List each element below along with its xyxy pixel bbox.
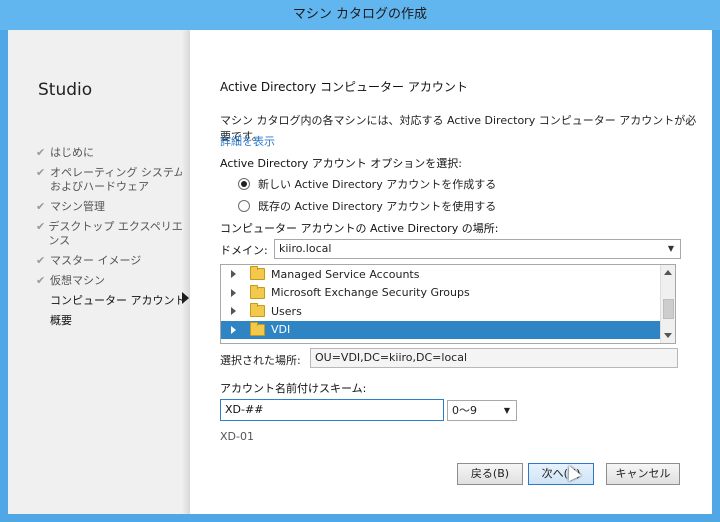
studio-brand: Studio [38,80,93,100]
account-options-label: Active Directory アカウント オプションを選択: [220,157,462,170]
tree-item-vdi[interactable]: VDI [221,320,675,339]
step-label: デスクトップ エクスペリエンス [48,220,183,247]
step-label: マスター イメージ [50,254,142,267]
tree-item-label: Microsoft Exchange Security Groups [271,286,470,300]
check-icon: ✔ [36,220,46,233]
step-label: マシン管理 [50,200,105,213]
check-icon: ✔ [36,200,46,213]
cancel-button[interactable]: キャンセル [606,463,680,485]
naming-type-value: 0〜9 [452,404,477,417]
window-title-bar: マシン カタログの作成 [0,0,720,30]
radio-create-new-label: 新しい Active Directory アカウントを作成する [258,178,497,191]
page-title: Active Directory コンピューター アカウント [220,80,468,94]
naming-scheme-label: アカウント名前付けスキーム: [220,382,367,395]
back-button[interactable]: 戻る(B) [457,463,523,485]
naming-type-select[interactable]: 0〜9 ▼ [447,400,517,421]
step-label: 仮想マシン [50,274,105,287]
check-icon: ✔ [36,254,46,267]
step-summary: ✔概要 [36,314,186,328]
step-intro: ✔ はじめに [36,146,186,160]
ou-tree[interactable]: Managed Service Accounts Microsoft Excha… [220,264,676,344]
radio-unselected-icon[interactable] [238,200,250,212]
tree-item-users[interactable]: Users [221,302,675,321]
scroll-up-icon[interactable] [664,270,672,275]
tree-scrollbar[interactable] [660,265,675,343]
folder-icon [250,303,265,318]
domain-label: ドメイン: [220,244,268,257]
selected-location-field: OU=VDI,DC=kiiro,DC=local [310,348,678,368]
radio-selected-icon[interactable] [238,178,250,190]
radio-use-existing-label: 既存の Active Directory アカウントを使用する [258,200,497,213]
tree-item-managed-service-accounts[interactable]: Managed Service Accounts [221,265,675,284]
step-machine-management: ✔ マシン管理 [36,200,186,214]
step-label: はじめに [50,146,94,159]
sidebar: Studio ✔ はじめに ✔ オペレーティング システム およびハードウェア ✔ マ… [8,30,190,514]
tree-item-label: Users [271,304,302,318]
radio-create-new[interactable]: 新しい Active Directory アカウントを作成する [238,176,496,192]
step-label: オペレーティング システム およびハードウェア [50,166,185,193]
tree-item-label: Managed Service Accounts [271,267,420,281]
next-button[interactable]: 次へ(N) [528,463,594,485]
ad-location-label: コンピューター アカウントの Active Directory の場所: [220,222,499,235]
step-os-hardware: ✔ オペレーティング システム およびハードウェア [36,166,186,194]
step-list: ✔ はじめに ✔ オペレーティング システム およびハードウェア ✔ マシン管理 ✔ デ… [36,146,186,334]
window-title: マシン カタログの作成 [292,7,428,22]
domain-select[interactable]: kiiro.local ▼ [274,239,681,259]
step-computer-accounts: ✔コンピューター アカウント [36,294,186,308]
step-master-image: ✔ マスター イメージ [36,254,186,268]
scroll-down-icon[interactable] [664,333,672,338]
check-icon: ✔ [36,146,46,159]
expand-arrow-icon[interactable] [231,288,236,297]
folder-icon [250,284,265,299]
domain-value: kiiro.local [279,242,332,255]
folder-icon [250,321,265,336]
naming-preview: XD-01 [220,430,254,443]
main-content: Active Directory コンピューター アカウント マシン カタログ内… [220,30,706,514]
details-link[interactable]: 詳細を表示 [220,133,275,149]
sidebar-divider [182,30,190,514]
step-label: コンピューター アカウント [50,294,186,307]
description-text: マシン カタログ内の各マシンには、対応する Active Directory コ… [220,114,697,143]
current-step-arrow-icon [182,292,189,304]
step-desktop-experience: ✔ デスクトップ エクスペリエンス [36,220,186,248]
chevron-down-icon[interactable]: ▼ [668,240,674,258]
expand-arrow-icon[interactable] [231,307,236,316]
selected-location-label: 選択された場所: [220,354,301,367]
scroll-thumb[interactable] [663,299,674,319]
expand-arrow-icon[interactable] [231,270,236,279]
expand-arrow-icon[interactable] [231,325,236,334]
chevron-down-icon[interactable]: ▼ [504,401,510,420]
tree-item-label: VDI [271,323,291,337]
step-label: 概要 [50,314,72,327]
check-icon: ✔ [36,274,46,287]
step-virtual-machines: ✔ 仮想マシン [36,274,186,288]
naming-scheme-input[interactable]: XD-## [220,399,444,421]
tree-item-exchange-security-groups[interactable]: Microsoft Exchange Security Groups [221,284,675,303]
wizard-window: Studio ✔ はじめに ✔ オペレーティング システム およびハードウェア ✔ マ… [8,30,712,514]
check-icon: ✔ [36,166,46,179]
folder-icon [250,266,265,281]
radio-use-existing[interactable]: 既存の Active Directory アカウントを使用する [238,198,496,214]
